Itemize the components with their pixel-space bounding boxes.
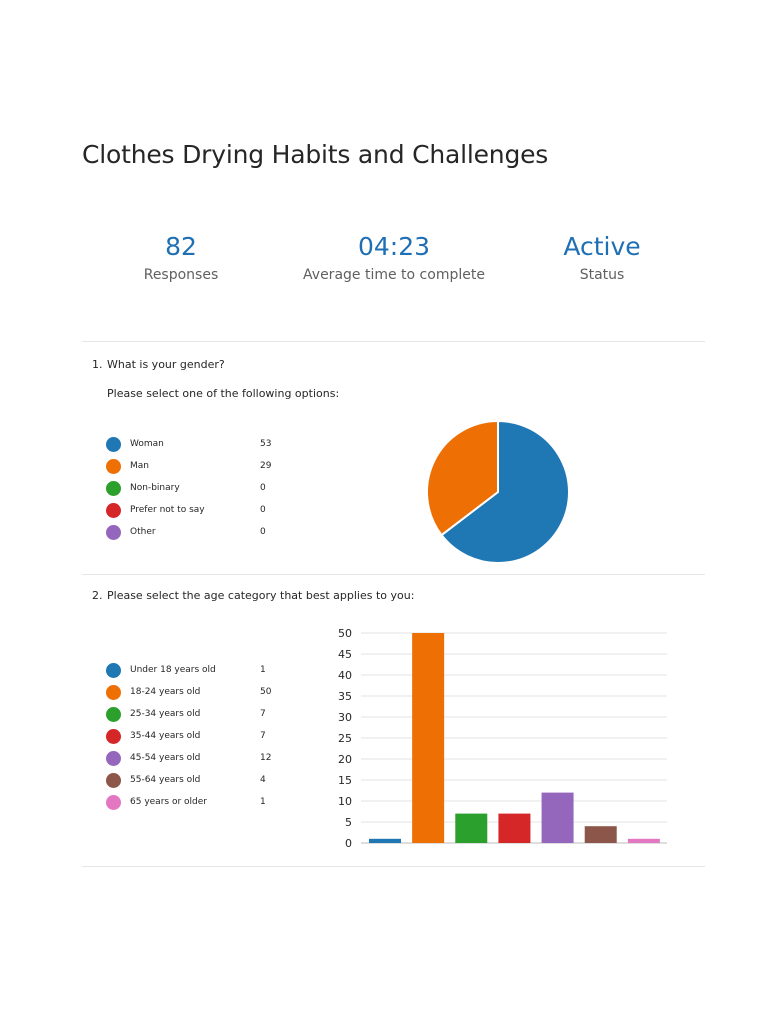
average-time-value: 04:23	[357, 232, 431, 261]
legend-swatch	[106, 662, 121, 678]
legend-swatch	[106, 728, 121, 744]
question-1-instruction: Please select one of the following optio…	[107, 387, 340, 400]
question-1-number: 1.	[92, 358, 103, 371]
legend-label: Woman	[130, 439, 164, 449]
status-label: Status	[579, 267, 625, 283]
gender-pie-chart	[426, 419, 570, 564]
divider-middle	[82, 574, 705, 575]
gender-legend-item-other: Other 0	[106, 524, 266, 540]
bar-18-24-years-old	[412, 633, 445, 843]
y-tick-label: 40	[338, 669, 352, 682]
legend-swatch	[106, 524, 121, 540]
question-2: 2. Please select the age category that be…	[92, 589, 414, 602]
legend-label: 18-24 years old	[130, 687, 201, 697]
bar-25-34-years-old	[455, 813, 488, 843]
gender-legend-item-prefer-not-to-say: Prefer not to say 0	[106, 502, 266, 518]
legend-swatch	[106, 458, 121, 474]
responses-label: Responses	[143, 267, 219, 283]
y-tick-label: 45	[338, 648, 352, 661]
legend-label: 35-44 years old	[130, 731, 201, 741]
average-time-label: Average time to complete	[303, 267, 485, 283]
y-tick-label: 50	[338, 627, 352, 640]
y-tick-label: 25	[338, 732, 352, 745]
y-tick-label: 10	[338, 795, 352, 808]
bar-under-18-years-old	[369, 838, 401, 843]
legend-count: 53	[260, 439, 272, 449]
legend-count: 7	[260, 709, 266, 719]
responses-value: 82	[165, 232, 197, 261]
legend-label: 65 years or older	[130, 797, 207, 807]
legend-swatch	[106, 772, 121, 788]
legend-count: 1	[260, 665, 266, 675]
legend-count: 50	[260, 687, 272, 697]
question-1: 1. What is your gender?	[92, 358, 225, 371]
age-legend-item-25-34-years-old: 25-34 years old 7	[106, 706, 266, 722]
age-legend-item-55-64-years-old: 55-64 years old 4	[106, 772, 266, 788]
responses-stat: 82 Responses	[81, 232, 281, 283]
y-tick-label: 5	[345, 816, 352, 829]
legend-swatch	[106, 750, 121, 766]
y-tick-label: 0	[345, 837, 352, 850]
legend-count: 4	[260, 775, 266, 785]
gender-legend-item-woman: Woman 53	[106, 436, 271, 452]
legend-swatch	[106, 794, 121, 810]
age-bar-chart: 0 5 10 15 20 25 30 35 40 45 50	[338, 627, 667, 850]
legend-count: 29	[260, 461, 272, 471]
age-legend-item-18-24-years-old: 18-24 years old 50	[106, 684, 271, 700]
y-tick-label: 20	[338, 753, 352, 766]
divider-bottom	[82, 866, 705, 867]
age-legend-item-45-54-years-old: 45-54 years old 12	[106, 750, 271, 766]
bar-35-44-years-old	[498, 813, 531, 843]
legend-count: 1	[260, 797, 266, 807]
bar-55-64-years-old	[584, 826, 617, 843]
question-2-text: Please select the age category that best…	[107, 589, 415, 602]
legend-swatch	[106, 706, 121, 722]
legend-swatch	[106, 436, 121, 452]
average-time-stat: 04:23 Average time to complete	[294, 232, 494, 283]
y-tick-label: 15	[338, 774, 352, 787]
divider-top	[82, 341, 705, 342]
legend-count: 0	[260, 527, 266, 537]
legend-label: Under 18 years old	[130, 665, 216, 675]
legend-count: 7	[260, 731, 266, 741]
gender-legend-item-man: Man 29	[106, 458, 271, 474]
age-legend-item-35-44-years-old: 35-44 years old 7	[106, 728, 266, 744]
question-2-number: 2.	[92, 589, 103, 602]
legend-label: Non-binary	[130, 483, 180, 493]
status-stat: Active Status	[502, 232, 702, 283]
bar-45-54-years-old	[541, 792, 574, 843]
legend-label: 55-64 years old	[130, 775, 201, 785]
legend-swatch	[106, 684, 121, 700]
legend-count: 12	[260, 753, 272, 763]
legend-label: 45-54 years old	[130, 753, 201, 763]
status-value: Active	[563, 232, 641, 261]
legend-label: Prefer not to say	[130, 505, 205, 515]
legend-swatch	[106, 480, 121, 496]
page-title: Clothes Drying Habits and Challenges	[82, 140, 549, 169]
legend-label: 25-34 years old	[130, 709, 201, 719]
age-legend-item-under-18-years-old: Under 18 years old 1	[106, 662, 266, 678]
y-tick-label: 30	[338, 711, 352, 724]
bar-65-years-or-older	[627, 838, 660, 843]
legend-count: 0	[260, 505, 266, 515]
legend-label: Other	[130, 527, 156, 537]
legend-swatch	[106, 502, 121, 518]
legend-count: 0	[260, 483, 266, 493]
gender-legend-item-non-binary: Non-binary 0	[106, 480, 266, 496]
age-legend-item-65-years-or-older: 65 years or older 1	[106, 794, 266, 810]
y-tick-label: 35	[338, 690, 352, 703]
question-1-text: What is your gender?	[107, 358, 225, 371]
legend-label: Man	[130, 461, 149, 471]
